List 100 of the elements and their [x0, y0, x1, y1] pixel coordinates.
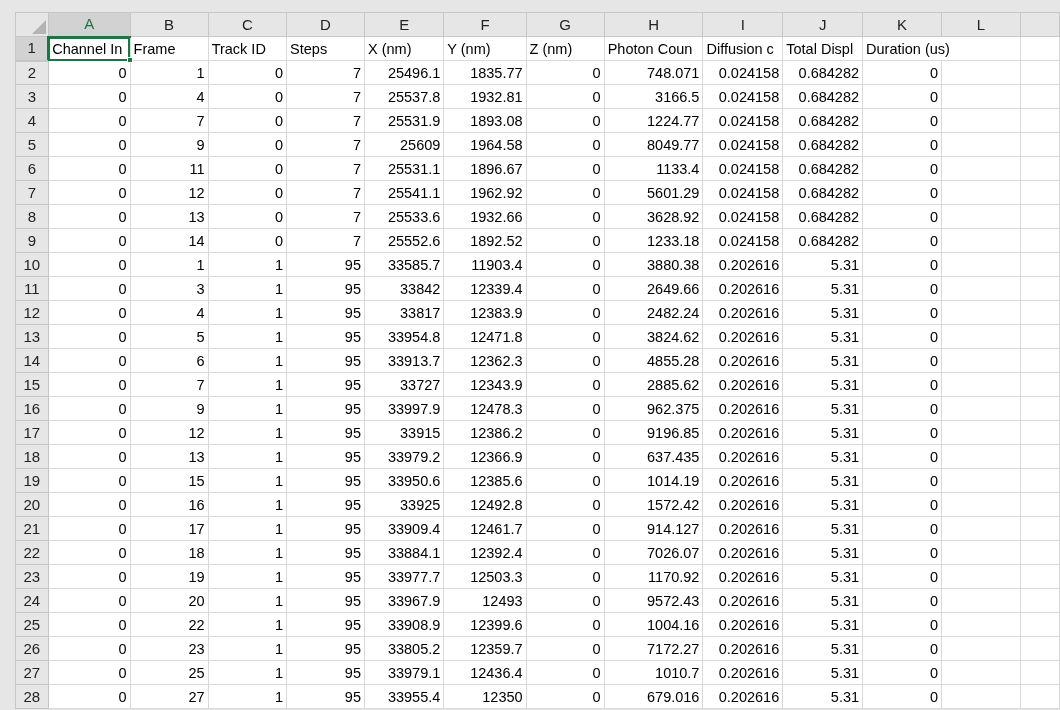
- row-header[interactable]: 4: [15, 108, 49, 133]
- column-header[interactable]: F: [443, 12, 527, 37]
- table-cell: 33913.7: [364, 348, 444, 373]
- table-cell: 33884.1: [364, 540, 444, 565]
- column-header[interactable]: A: [48, 12, 131, 37]
- table-cell: 0.024158: [702, 132, 783, 157]
- table-cell: 7: [286, 84, 365, 109]
- table-cell: 17: [130, 516, 209, 541]
- column-header[interactable]: K: [862, 12, 942, 37]
- table-cell: 5.31: [782, 348, 863, 373]
- table-cell: 0: [526, 156, 605, 181]
- table-cell: 5.31: [782, 276, 863, 301]
- row-header[interactable]: 21: [15, 516, 49, 541]
- column-header[interactable]: G: [526, 12, 605, 37]
- table-cell: 0: [48, 612, 131, 637]
- table-cell: 12343.9: [443, 372, 527, 397]
- table-cell: 3166.5: [604, 84, 703, 109]
- table-cell: 0: [48, 540, 131, 565]
- row-header[interactable]: 16: [15, 396, 49, 421]
- row-header[interactable]: 25: [15, 612, 49, 637]
- table-cell: 0.202616: [702, 684, 783, 709]
- row-header[interactable]: 19: [15, 468, 49, 493]
- table-cell: 9572.43: [604, 588, 703, 613]
- table-cell: 5: [130, 324, 209, 349]
- table-cell: 0.202616: [702, 420, 783, 445]
- row-header[interactable]: 15: [15, 372, 49, 397]
- fill-handle[interactable]: [126, 57, 133, 63]
- column-header[interactable]: C: [208, 12, 287, 37]
- column-header[interactable]: B: [130, 12, 209, 37]
- row-header[interactable]: 10: [15, 252, 49, 277]
- table-cell: 33977.7: [364, 564, 444, 589]
- table-cell: 33955.4: [364, 684, 444, 709]
- row-header[interactable]: 3: [15, 84, 49, 109]
- table-cell: 1: [208, 252, 287, 277]
- row-header[interactable]: 1: [15, 36, 49, 61]
- row-header[interactable]: 23: [15, 564, 49, 589]
- table-cell: 12359.7: [443, 636, 527, 661]
- table-cell: 0: [526, 180, 605, 205]
- table-cell: 9196.85: [604, 420, 703, 445]
- table-cell: 1892.52: [443, 228, 527, 253]
- column-header[interactable]: D: [286, 12, 365, 37]
- table-cell: 0.202616: [702, 324, 783, 349]
- table-cell: 0: [526, 540, 605, 565]
- row-header[interactable]: 11: [15, 276, 49, 301]
- row-header[interactable]: 27: [15, 660, 49, 685]
- row-header[interactable]: 14: [15, 348, 49, 373]
- table-cell: 0: [526, 492, 605, 517]
- column-header[interactable]: L: [941, 12, 1021, 37]
- table-cell: 0: [862, 564, 942, 589]
- table-cell: 5.31: [782, 444, 863, 469]
- table-cell: 0.684282: [782, 132, 863, 157]
- column-header[interactable]: H: [604, 12, 703, 37]
- table-cell: 5.31: [782, 540, 863, 565]
- table-cell: 1835.77: [443, 60, 527, 85]
- table-cell: 5.31: [782, 564, 863, 589]
- table-cell: 0.684282: [782, 156, 863, 181]
- table-cell: 7: [130, 372, 209, 397]
- table-cell: 9: [130, 132, 209, 157]
- table-cell: 5.31: [782, 420, 863, 445]
- table-cell: 0: [526, 84, 605, 109]
- table-cell: 2482.24: [604, 300, 703, 325]
- table-cell: 0.202616: [702, 564, 783, 589]
- table-cell: 1932.81: [443, 84, 527, 109]
- row-header[interactable]: 6: [15, 156, 49, 181]
- header-cell: Frame: [130, 36, 209, 61]
- row-header[interactable]: 18: [15, 444, 49, 469]
- row-header[interactable]: 22: [15, 540, 49, 565]
- table-cell: 12350: [443, 684, 527, 709]
- table-cell: 0.202616: [702, 540, 783, 565]
- row-header[interactable]: 17: [15, 420, 49, 445]
- row-header[interactable]: 24: [15, 588, 49, 613]
- table-cell: 0: [48, 516, 131, 541]
- row-header[interactable]: 20: [15, 492, 49, 517]
- column-header[interactable]: E: [364, 12, 444, 37]
- table-cell: 1: [208, 324, 287, 349]
- row-header[interactable]: 8: [15, 204, 49, 229]
- table-cell: 12: [130, 420, 209, 445]
- table-cell: 1: [130, 252, 209, 277]
- table-cell: 1: [208, 684, 287, 709]
- table-cell: 0.202616: [702, 612, 783, 637]
- row-header[interactable]: 5: [15, 132, 49, 157]
- table-cell: 12362.3: [443, 348, 527, 373]
- row-header[interactable]: 2: [15, 60, 49, 85]
- table-cell: 0: [526, 396, 605, 421]
- row-header[interactable]: 12: [15, 300, 49, 325]
- row-header[interactable]: 26: [15, 636, 49, 661]
- column-header[interactable]: I: [702, 12, 783, 37]
- table-cell: 5.31: [782, 372, 863, 397]
- column-header[interactable]: J: [782, 12, 863, 37]
- row-header[interactable]: 13: [15, 324, 49, 349]
- table-cell: 12471.8: [443, 324, 527, 349]
- table-cell: 12478.3: [443, 396, 527, 421]
- table-cell: 33954.8: [364, 324, 444, 349]
- row-header[interactable]: 7: [15, 180, 49, 205]
- row-header[interactable]: 9: [15, 228, 49, 253]
- table-cell: 0: [862, 60, 942, 85]
- table-cell: 0.202616: [702, 372, 783, 397]
- table-cell: 5601.29: [604, 180, 703, 205]
- row-header[interactable]: 28: [15, 684, 49, 709]
- table-cell: 1: [208, 660, 287, 685]
